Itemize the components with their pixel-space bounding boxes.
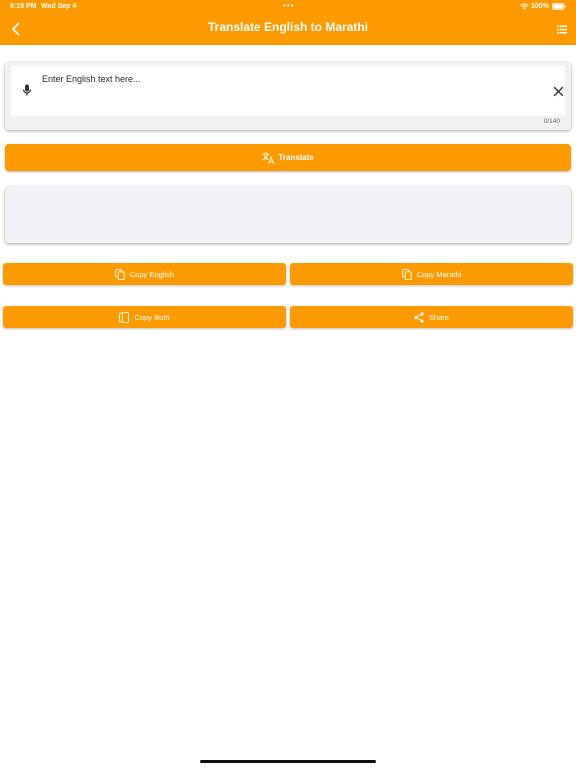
microphone-icon[interactable] bbox=[22, 84, 32, 97]
wifi-icon bbox=[520, 3, 529, 10]
translation-output bbox=[5, 187, 571, 243]
share-button[interactable]: Share bbox=[290, 306, 573, 328]
battery-percent: 100% bbox=[531, 3, 549, 10]
page-title: Translate English to Marathi bbox=[207, 20, 369, 34]
status-time: 6:19 PM bbox=[10, 3, 37, 10]
translate-button-label: Translate bbox=[278, 153, 314, 162]
share-icon bbox=[414, 311, 424, 323]
home-indicator[interactable] bbox=[200, 760, 376, 763]
copy-both-label: Copy Both bbox=[134, 312, 170, 322]
multitasking-dots[interactable]: ••• bbox=[283, 1, 294, 10]
copy-english-button[interactable]: Copy English bbox=[3, 263, 286, 285]
battery-icon bbox=[552, 3, 566, 10]
list-icon[interactable] bbox=[557, 25, 567, 34]
page: 6:19 PM Wed Sep 4 ••• 100% Translate Eng… bbox=[0, 0, 576, 768]
copy-icon bbox=[401, 268, 412, 280]
status-date: Wed Sep 4 bbox=[41, 3, 77, 10]
input-placeholder: Enter English text here... bbox=[42, 74, 141, 84]
translate-icon bbox=[262, 151, 275, 164]
copy-marathi-label: Copy Marathi bbox=[416, 269, 462, 279]
copy-both-icon bbox=[119, 311, 130, 323]
app-bar: 6:19 PM Wed Sep 4 ••• 100% Translate Eng… bbox=[0, 0, 576, 45]
input-card: Enter English text here... 0/140 bbox=[5, 62, 571, 130]
character-counter: 0/140 bbox=[543, 118, 560, 125]
copy-marathi-button[interactable]: Copy Marathi bbox=[290, 263, 573, 285]
english-text-input[interactable]: Enter English text here... bbox=[11, 66, 565, 116]
share-label: Share bbox=[428, 312, 449, 322]
copy-english-label: Copy English bbox=[129, 269, 175, 279]
copy-icon bbox=[115, 268, 125, 280]
translate-button[interactable]: Translate bbox=[5, 144, 571, 171]
close-icon[interactable] bbox=[553, 86, 564, 97]
copy-both-button[interactable]: Copy Both bbox=[3, 306, 286, 328]
